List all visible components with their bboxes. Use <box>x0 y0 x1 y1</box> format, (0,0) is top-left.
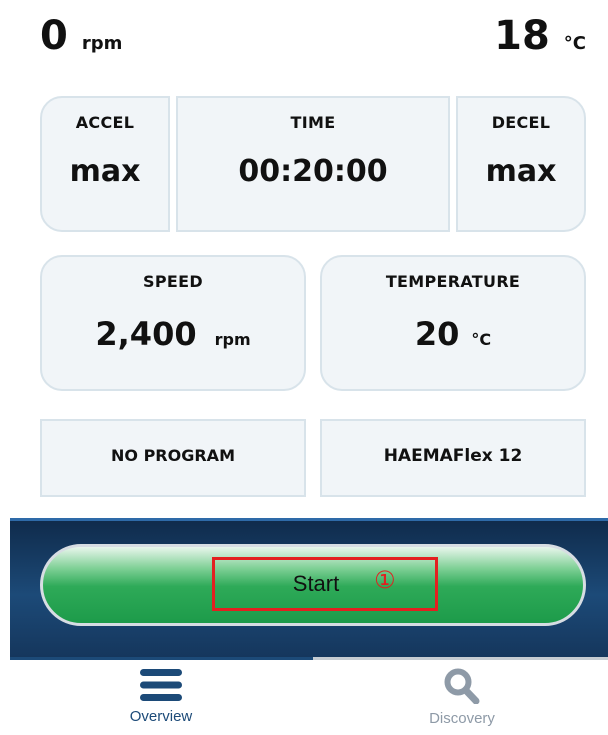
current-speed-value: 0 <box>40 13 68 59</box>
nav-item-discovery[interactable]: Discovery <box>362 668 562 727</box>
decel-value: max <box>485 154 557 189</box>
nav-active-indicator <box>10 657 313 660</box>
hamburger-icon <box>140 669 182 701</box>
temperature-setpoint-value: 20 <box>414 315 460 353</box>
current-temp-display: 18 °C <box>494 16 586 56</box>
accel-value: max <box>69 154 141 189</box>
nav-label-overview: Overview <box>129 708 193 725</box>
temperature-setpoint: 20 °C <box>415 315 491 353</box>
current-speed-display: 0 rpm <box>40 16 122 56</box>
device-label: HAEMAFlex 12 <box>383 446 523 466</box>
time-tile[interactable]: TIME 00:20:00 <box>176 96 450 232</box>
device-tile[interactable]: HAEMAFlex 12 <box>320 419 586 497</box>
current-speed-unit: rpm <box>81 33 123 54</box>
time-label: TIME <box>290 113 336 132</box>
speed-setpoint: 2,400 rpm <box>95 315 250 353</box>
decel-label: DECEL <box>491 113 551 132</box>
speed-tile[interactable]: SPEED 2,400 rpm <box>40 255 306 391</box>
start-panel-top-line <box>10 518 608 521</box>
start-highlight-box <box>212 557 438 611</box>
temperature-tile[interactable]: TEMPERATURE 20 °C <box>320 255 586 391</box>
nav-label-discovery: Discovery <box>429 710 495 727</box>
current-temp-unit: °C <box>563 33 586 54</box>
current-temp-value: 18 <box>494 13 550 59</box>
search-icon <box>444 668 480 704</box>
decel-tile[interactable]: DECEL max <box>456 96 586 232</box>
temperature-label: TEMPERATURE <box>385 272 521 291</box>
speed-setpoint-value: 2,400 <box>95 315 197 353</box>
program-tile[interactable]: NO PROGRAM <box>40 419 306 497</box>
nav-item-overview[interactable]: Overview <box>61 668 261 725</box>
program-label: NO PROGRAM <box>111 446 235 465</box>
accel-tile[interactable]: ACCEL max <box>40 96 170 232</box>
speed-label: SPEED <box>143 272 203 291</box>
accel-label: ACCEL <box>75 113 135 132</box>
speed-setpoint-unit: rpm <box>214 330 251 349</box>
time-value: 00:20:00 <box>238 154 388 189</box>
temperature-setpoint-unit: °C <box>471 330 492 349</box>
